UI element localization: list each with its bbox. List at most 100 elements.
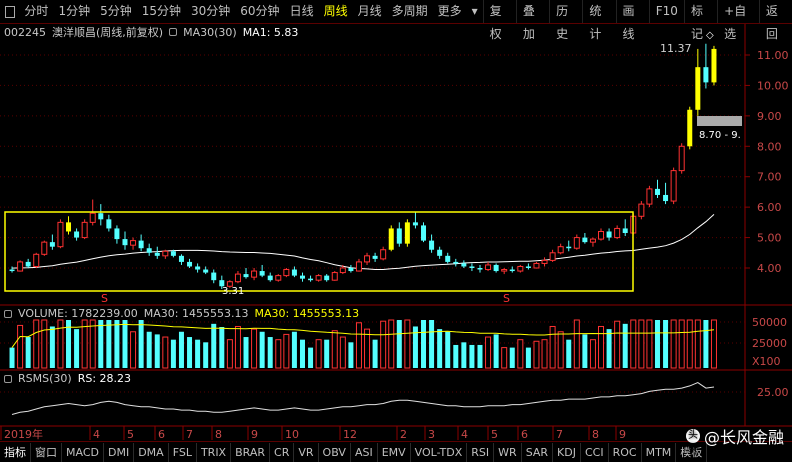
candle[interactable] [501,268,508,275]
indicator-tab[interactable]: 指标 [0,442,31,462]
candle[interactable] [461,260,467,268]
candle[interactable] [404,219,410,247]
candle[interactable] [573,234,580,250]
candle[interactable] [678,143,685,174]
candle[interactable] [445,252,451,264]
candle[interactable] [41,240,48,256]
candle[interactable] [331,271,338,281]
indicator-tab[interactable]: EMV [378,442,411,462]
candle[interactable] [114,225,120,244]
candle[interactable] [308,275,314,282]
indicator-tab[interactable]: DMI [104,442,135,462]
indicator-tab[interactable]: KDJ [553,442,581,462]
candle[interactable] [203,266,209,275]
indicator-tab[interactable]: CCI [581,442,609,462]
candle[interactable] [380,246,387,261]
indicator-tab[interactable]: ROC [609,442,642,462]
candle[interactable] [485,261,492,272]
settings-icon[interactable] [169,28,178,36]
candle[interactable] [614,225,621,240]
settings-icon[interactable] [4,309,12,318]
indicator-tab[interactable]: RSI [467,442,495,462]
candle[interactable] [234,271,241,284]
candle[interactable] [9,266,15,273]
candle[interactable] [122,231,128,250]
candle[interactable] [57,219,64,249]
candle[interactable] [589,237,596,247]
indicator-tab[interactable]: FSL [169,442,197,462]
candle[interactable] [348,264,354,273]
candle[interactable] [437,246,443,259]
candle[interactable] [49,234,55,250]
indicator-tab[interactable]: VR [294,442,319,462]
candle[interactable] [541,257,548,267]
candle[interactable] [646,185,653,208]
candle[interactable] [315,274,322,282]
candle[interactable] [267,272,273,282]
candle[interactable] [663,182,669,205]
indicator-tab[interactable]: MTM [642,442,677,462]
candle[interactable] [687,106,693,150]
candle[interactable] [421,222,427,243]
candle[interactable] [670,167,677,205]
candle[interactable] [74,228,80,241]
candle[interactable] [533,261,540,269]
indicator-tab[interactable]: CR [270,442,295,462]
candle[interactable] [251,268,258,281]
indicator-tab[interactable]: BRAR [231,442,271,462]
candle[interactable] [130,237,137,250]
candle[interactable] [606,228,612,241]
candle[interactable] [25,258,31,268]
candle[interactable] [549,249,556,262]
indicator-tab[interactable]: SAR [522,442,554,462]
indicator-tab[interactable]: ASI [351,442,378,462]
settings-icon[interactable] [4,374,12,383]
candle[interactable] [17,260,24,272]
candle[interactable] [324,274,330,282]
candle[interactable] [525,263,531,270]
candle[interactable] [396,222,402,247]
candle[interactable] [178,254,184,265]
indicator-tab[interactable]: WR [494,442,522,462]
candle[interactable] [388,225,394,252]
candle[interactable] [195,263,201,273]
candle[interactable] [355,258,362,272]
candle[interactable] [509,266,515,273]
indicator-tab[interactable]: OBV [319,442,351,462]
candle[interactable] [138,234,144,252]
candle[interactable] [711,45,717,86]
candle[interactable] [283,268,290,278]
candle[interactable] [638,201,645,220]
candle[interactable] [517,264,524,273]
candle[interactable] [429,234,435,253]
candle[interactable] [453,258,459,267]
candle[interactable] [81,219,88,240]
indicator-tab[interactable]: VOL-TDX [411,442,468,462]
candle[interactable] [703,43,709,89]
candle[interactable] [299,272,305,282]
candle[interactable] [146,243,152,256]
candle[interactable] [211,269,217,284]
candle[interactable] [259,264,265,278]
candle[interactable] [364,252,371,265]
candle[interactable] [412,211,418,229]
candle[interactable] [162,249,169,259]
indicator-tab[interactable]: MACD [62,442,104,462]
indicator-tab[interactable]: TRIX [197,442,232,462]
candle[interactable] [275,274,282,282]
candle[interactable] [98,204,104,226]
candle[interactable] [598,228,605,241]
indicator-tab[interactable]: DMA [134,442,169,462]
candle[interactable] [557,243,564,255]
candle[interactable] [477,264,483,273]
candle[interactable] [33,252,40,268]
candle[interactable] [493,263,499,273]
candle[interactable] [695,48,701,116]
indicator-tab[interactable]: 窗口 [31,442,62,462]
candle[interactable] [154,246,160,259]
candle[interactable] [243,268,249,279]
candle[interactable] [566,240,572,252]
candle[interactable] [372,252,378,262]
candle[interactable] [187,258,193,268]
candle[interactable] [469,263,475,272]
